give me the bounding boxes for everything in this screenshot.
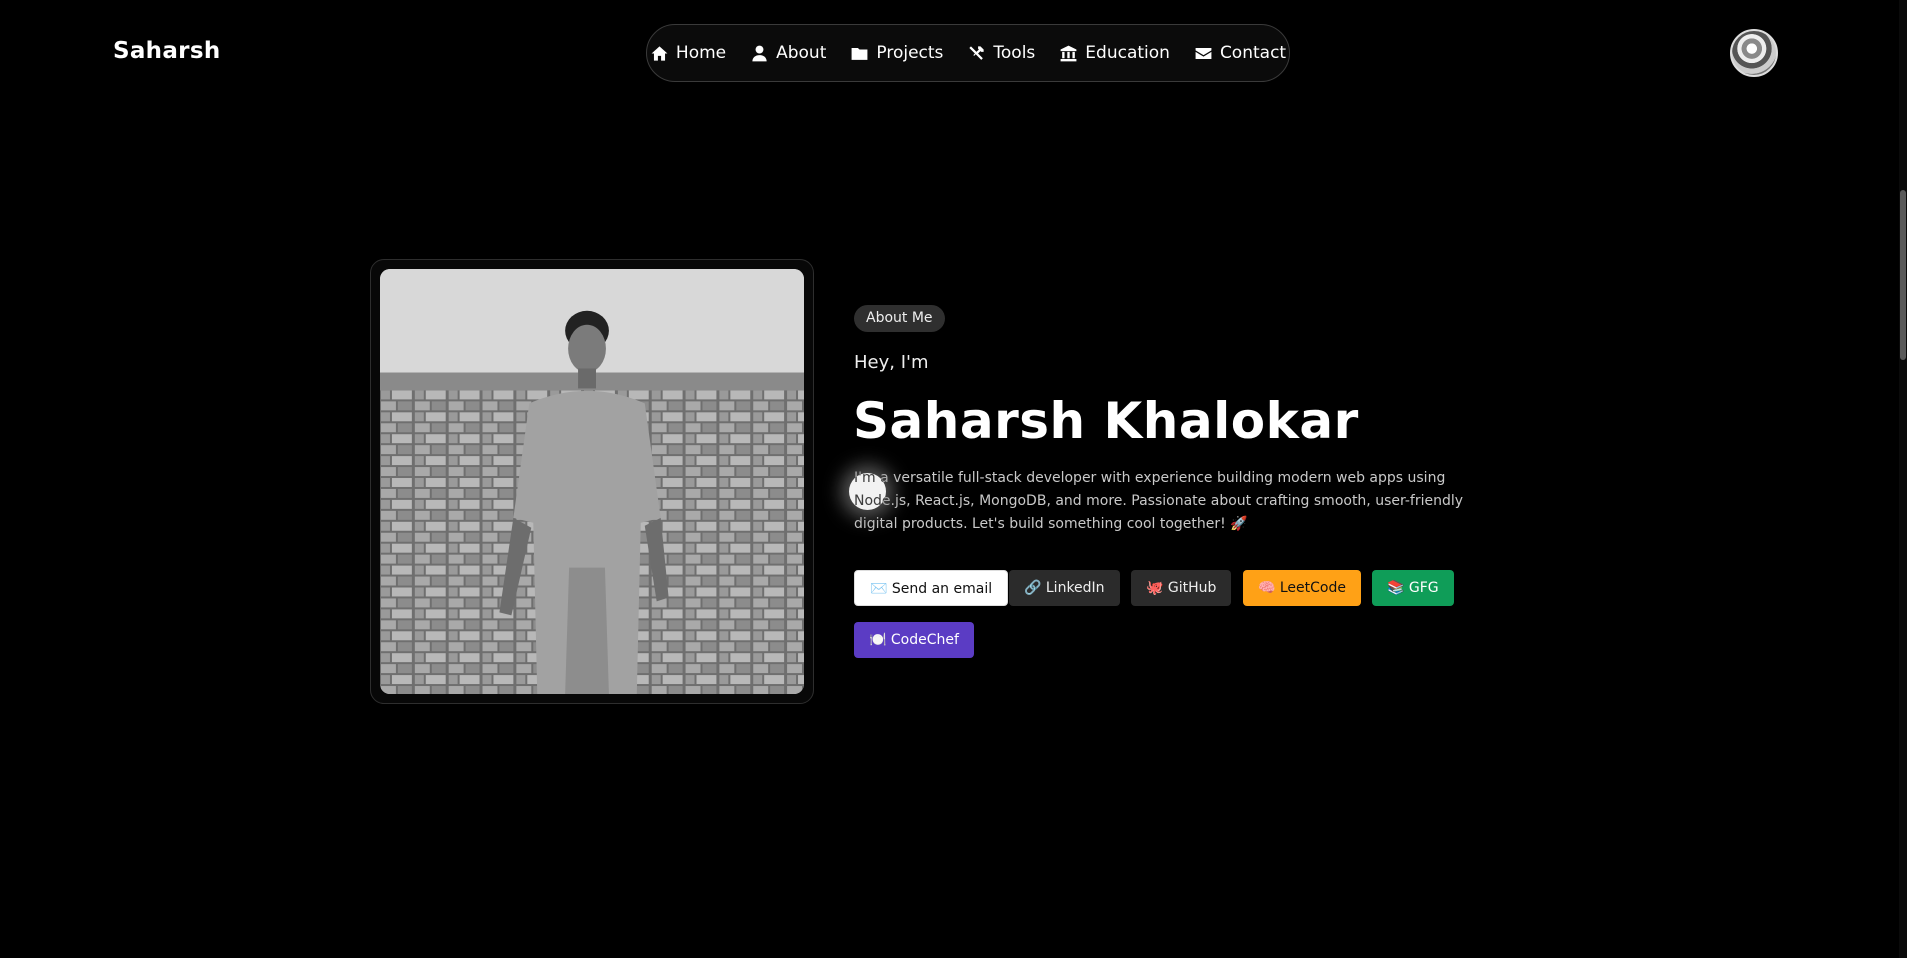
profile-avatar[interactable] bbox=[1730, 29, 1778, 77]
nav-about[interactable]: About bbox=[750, 43, 826, 63]
brand-logo[interactable]: Saharsh bbox=[113, 38, 221, 64]
leetcode-button[interactable]: 🧠 LeetCode bbox=[1243, 570, 1361, 606]
nav-home[interactable]: Home bbox=[650, 43, 726, 63]
profile-photo bbox=[380, 269, 804, 694]
about-badge: About Me bbox=[854, 305, 945, 332]
folder-icon bbox=[851, 47, 868, 60]
bio-text: I'm a versatile full-stack developer wit… bbox=[854, 470, 1464, 532]
nav-about-label: About bbox=[776, 43, 827, 63]
institution-icon bbox=[1060, 45, 1077, 61]
profile-photo-frame bbox=[370, 259, 814, 704]
main-nav: Home About Projects Tools Education Cont… bbox=[646, 24, 1290, 82]
codechef-button[interactable]: 🍽️ CodeChef bbox=[854, 622, 974, 658]
home-icon bbox=[651, 45, 668, 61]
hero-name: Saharsh Khalokar bbox=[853, 392, 1359, 450]
nav-tools[interactable]: Tools bbox=[967, 43, 1035, 63]
greeting-text: Hey, I'm bbox=[854, 352, 929, 373]
linkedin-button[interactable]: 🔗 LinkedIn bbox=[1009, 570, 1120, 606]
scrollbar-track[interactable] bbox=[1899, 0, 1907, 958]
cursor-follower bbox=[849, 473, 886, 510]
tools-icon bbox=[969, 45, 985, 60]
nav-tools-label: Tools bbox=[993, 43, 1036, 63]
envelope-icon bbox=[1195, 47, 1212, 59]
nav-education[interactable]: Education bbox=[1059, 43, 1170, 63]
user-icon bbox=[752, 45, 767, 61]
gfg-button[interactable]: 📚 GFG bbox=[1372, 570, 1454, 606]
nav-home-label: Home bbox=[675, 43, 727, 63]
github-button[interactable]: 🐙 GitHub bbox=[1131, 570, 1232, 606]
nav-contact[interactable]: Contact bbox=[1194, 43, 1286, 63]
send-email-button[interactable]: ✉️ Send an email bbox=[854, 570, 1009, 606]
nav-projects-label: Projects bbox=[876, 43, 944, 63]
page: Saharsh Home About Projects Tools Educat… bbox=[0, 0, 1907, 958]
scrollbar-thumb[interactable] bbox=[1900, 190, 1906, 360]
nav-contact-label: Contact bbox=[1219, 43, 1287, 63]
nav-projects[interactable]: Projects bbox=[850, 43, 943, 63]
nav-education-label: Education bbox=[1085, 43, 1170, 63]
